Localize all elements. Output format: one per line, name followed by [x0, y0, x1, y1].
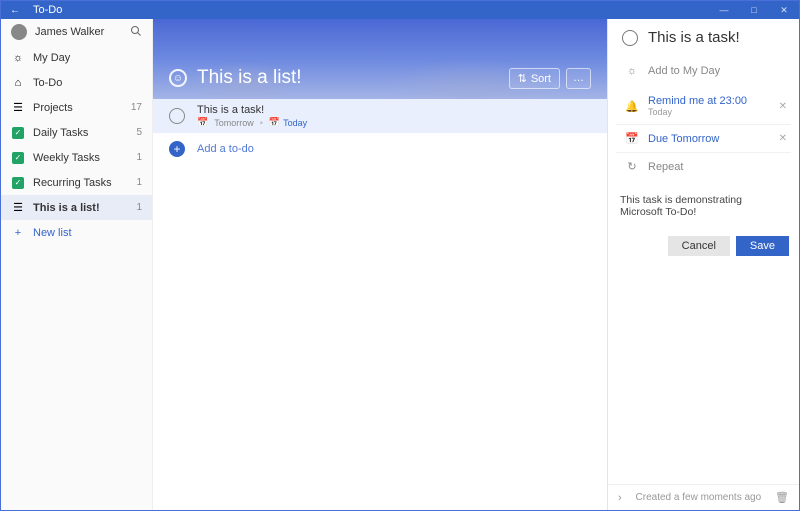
detail-pane: This is a task! ☼ Add to My Day 🔔 Remind… — [607, 19, 799, 510]
add-plus-icon: + — [169, 141, 185, 157]
sidebar-item-recurring[interactable]: ✓ Recurring Tasks 1 — [1, 170, 152, 195]
cancel-button[interactable]: Cancel — [668, 236, 730, 256]
task-meta: 📅 Tomorrow • 📅Today — [197, 117, 307, 128]
repeat-row[interactable]: ↻ Repeat — [616, 152, 791, 180]
list-header: ☺ This is a list! ⇅ Sort … — [153, 19, 607, 99]
sidebar-item-daily[interactable]: ✓ Daily Tasks 5 — [1, 120, 152, 145]
check-icon: ✓ — [11, 126, 25, 140]
list-icon: ☰ — [11, 201, 25, 215]
save-button[interactable]: Save — [736, 236, 789, 256]
detail-task-checkbox[interactable] — [622, 30, 638, 46]
minimize-button[interactable]: ― — [709, 5, 739, 16]
task-row[interactable]: This is a task! 📅 Tomorrow • 📅Today — [153, 99, 607, 133]
sun-icon: ☼ — [624, 65, 640, 77]
add-todo-placeholder: Add a to-do — [197, 143, 254, 155]
titlebar: ← To-Do ― □ ✕ — [1, 1, 799, 19]
add-todo-row[interactable]: + Add a to-do — [153, 133, 607, 165]
plus-icon: + — [11, 226, 25, 240]
more-button[interactable]: … — [566, 68, 591, 89]
sort-icon: ⇅ — [518, 72, 527, 85]
detail-task-title: This is a task! — [648, 29, 740, 46]
back-button[interactable]: ← — [1, 5, 29, 16]
check-icon: ✓ — [11, 176, 25, 190]
nav-my-day[interactable]: ☼ My Day — [1, 45, 152, 70]
sidebar-item-this-is-a-list[interactable]: ☰ This is a list! 1 — [1, 195, 152, 220]
window-controls: ― □ ✕ — [709, 5, 799, 16]
clear-reminder-button[interactable]: ✕ — [779, 101, 787, 112]
sun-icon: ☼ — [11, 51, 25, 65]
user-row[interactable]: James Walker — [1, 19, 152, 45]
note-text[interactable]: This task is demonstrating Microsoft To-… — [618, 190, 789, 222]
home-icon: ⌂ — [11, 76, 25, 90]
remind-me-row[interactable]: 🔔 Remind me at 23:00 Today ✕ — [616, 88, 791, 124]
calendar-icon: 📅 — [624, 132, 640, 145]
calendar-icon: 📅 — [197, 117, 208, 128]
sidebar-item-weekly[interactable]: ✓ Weekly Tasks 1 — [1, 145, 152, 170]
created-label: Created a few moments ago — [622, 492, 775, 503]
bell-icon: 🔔 — [624, 100, 640, 113]
task-title: This is a task! — [197, 104, 307, 116]
due-date-row[interactable]: 📅 Due Tomorrow ✕ — [616, 124, 791, 152]
list-title: This is a list! — [197, 67, 302, 89]
new-list-button[interactable]: + New list — [1, 220, 152, 245]
delete-button[interactable]: 🗑 — [775, 491, 789, 504]
nav-todo[interactable]: ⌂ To-Do — [1, 70, 152, 95]
clear-due-button[interactable]: ✕ — [779, 133, 787, 144]
sidebar-item-projects[interactable]: ☰ Projects 17 — [1, 95, 152, 120]
repeat-icon: ↻ — [624, 160, 640, 173]
task-checkbox[interactable] — [169, 108, 185, 124]
avatar — [11, 24, 27, 40]
app-title: To-Do — [29, 4, 709, 16]
sidebar: James Walker ☼ My Day ⌂ To-Do ☰ Projects… — [1, 19, 153, 510]
search-icon[interactable] — [130, 25, 142, 40]
main-pane: ☺ This is a list! ⇅ Sort … This is a tas… — [153, 19, 607, 510]
smiley-icon: ☺ — [169, 69, 187, 87]
list-icon: ☰ — [11, 101, 25, 115]
sort-button[interactable]: ⇅ Sort — [509, 68, 560, 89]
user-name: James Walker — [35, 26, 130, 38]
add-to-my-day[interactable]: ☼ Add to My Day — [616, 58, 791, 84]
check-icon: ✓ — [11, 151, 25, 165]
calendar-icon: 📅 — [269, 117, 280, 128]
maximize-button[interactable]: □ — [739, 5, 769, 16]
close-button[interactable]: ✕ — [769, 5, 799, 16]
detail-footer: › Created a few moments ago 🗑 — [608, 484, 799, 510]
